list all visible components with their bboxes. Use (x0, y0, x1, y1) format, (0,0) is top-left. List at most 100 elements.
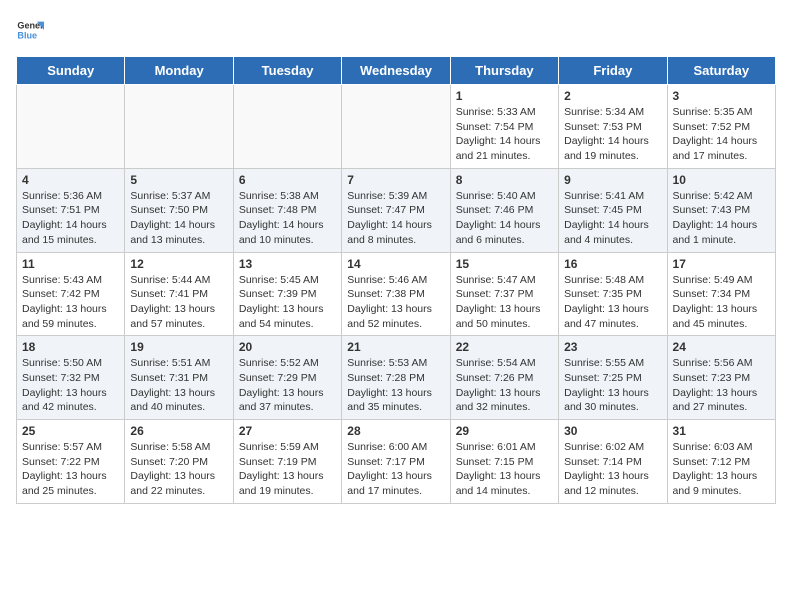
day-number: 23 (564, 340, 661, 354)
day-number: 3 (673, 89, 770, 103)
day-info: Sunrise: 6:01 AM Sunset: 7:15 PM Dayligh… (456, 440, 553, 499)
day-number: 5 (130, 173, 227, 187)
weekday-header-cell: Sunday (17, 57, 125, 85)
weekday-header-cell: Saturday (667, 57, 775, 85)
day-info: Sunrise: 6:02 AM Sunset: 7:14 PM Dayligh… (564, 440, 661, 499)
calendar-cell: 4Sunrise: 5:36 AM Sunset: 7:51 PM Daylig… (17, 168, 125, 252)
day-number: 31 (673, 424, 770, 438)
weekday-header-cell: Wednesday (342, 57, 450, 85)
day-number: 4 (22, 173, 119, 187)
calendar-week-row: 1 Sunrise: 5:33 AM Sunset: 7:54 PM Daylig… (17, 85, 776, 169)
day-number: 15 (456, 257, 553, 271)
day-number: 27 (239, 424, 336, 438)
day-number: 14 (347, 257, 444, 271)
calendar-cell: 3 Sunrise: 5:35 AM Sunset: 7:52 PM Daylig… (667, 85, 775, 169)
day-number: 12 (130, 257, 227, 271)
day-number: 25 (22, 424, 119, 438)
day-info: Sunrise: 5:34 AM Sunset: 7:53 PM Dayligh… (564, 105, 661, 164)
calendar-cell: 11Sunrise: 5:43 AM Sunset: 7:42 PM Dayli… (17, 252, 125, 336)
day-info: Sunrise: 5:51 AM Sunset: 7:31 PM Dayligh… (130, 356, 227, 415)
calendar-week-row: 4Sunrise: 5:36 AM Sunset: 7:51 PM Daylig… (17, 168, 776, 252)
calendar-cell: 21 Sunrise: 5:53 AM Sunset: 7:28 PM Dayli… (342, 336, 450, 420)
day-info: Sunrise: 5:58 AM Sunset: 7:20 PM Dayligh… (130, 440, 227, 499)
day-info: Sunrise: 5:44 AM Sunset: 7:41 PM Dayligh… (130, 273, 227, 332)
day-info: Sunrise: 5:43 AM Sunset: 7:42 PM Dayligh… (22, 273, 119, 332)
day-info: Sunrise: 5:50 AM Sunset: 7:32 PM Dayligh… (22, 356, 119, 415)
day-info: Sunrise: 5:56 AM Sunset: 7:23 PM Dayligh… (673, 356, 770, 415)
calendar-table: SundayMondayTuesdayWednesdayThursdayFrid… (16, 56, 776, 504)
day-number: 17 (673, 257, 770, 271)
day-number: 21 (347, 340, 444, 354)
calendar-week-row: 25 Sunrise: 5:57 AM Sunset: 7:22 PM Dayli… (17, 420, 776, 504)
page-header: General Blue (16, 16, 776, 44)
calendar-cell: 9 Sunrise: 5:41 AM Sunset: 7:45 PM Daylig… (559, 168, 667, 252)
calendar-cell: 15 Sunrise: 5:47 AM Sunset: 7:37 PM Dayli… (450, 252, 558, 336)
calendar-cell: 22 Sunrise: 5:54 AM Sunset: 7:26 PM Dayli… (450, 336, 558, 420)
day-info: Sunrise: 5:33 AM Sunset: 7:54 PM Dayligh… (456, 105, 553, 164)
calendar-cell: 20 Sunrise: 5:52 AM Sunset: 7:29 PM Dayli… (233, 336, 341, 420)
day-number: 9 (564, 173, 661, 187)
day-number: 2 (564, 89, 661, 103)
day-info: Sunrise: 5:49 AM Sunset: 7:34 PM Dayligh… (673, 273, 770, 332)
day-number: 1 (456, 89, 553, 103)
calendar-cell: 7Sunrise: 5:39 AM Sunset: 7:47 PM Daylig… (342, 168, 450, 252)
day-info: Sunrise: 5:41 AM Sunset: 7:45 PM Dayligh… (564, 189, 661, 248)
calendar-cell: 31 Sunrise: 6:03 AM Sunset: 7:12 PM Dayli… (667, 420, 775, 504)
day-info: Sunrise: 5:40 AM Sunset: 7:46 PM Dayligh… (456, 189, 553, 248)
calendar-cell: 17 Sunrise: 5:49 AM Sunset: 7:34 PM Dayli… (667, 252, 775, 336)
day-number: 24 (673, 340, 770, 354)
weekday-header-cell: Friday (559, 57, 667, 85)
calendar-cell: 10 Sunrise: 5:42 AM Sunset: 7:43 PM Dayli… (667, 168, 775, 252)
calendar-cell (342, 85, 450, 169)
calendar-cell: 28 Sunrise: 6:00 AM Sunset: 7:17 PM Dayli… (342, 420, 450, 504)
calendar-cell: 25 Sunrise: 5:57 AM Sunset: 7:22 PM Dayli… (17, 420, 125, 504)
logo: General Blue (16, 16, 44, 44)
weekday-header-cell: Tuesday (233, 57, 341, 85)
day-info: Sunrise: 6:03 AM Sunset: 7:12 PM Dayligh… (673, 440, 770, 499)
day-info: Sunrise: 5:42 AM Sunset: 7:43 PM Dayligh… (673, 189, 770, 248)
day-number: 19 (130, 340, 227, 354)
calendar-cell: 8Sunrise: 5:40 AM Sunset: 7:46 PM Daylig… (450, 168, 558, 252)
day-info: Sunrise: 5:54 AM Sunset: 7:26 PM Dayligh… (456, 356, 553, 415)
day-number: 29 (456, 424, 553, 438)
calendar-cell (125, 85, 233, 169)
day-number: 28 (347, 424, 444, 438)
calendar-week-row: 18 Sunrise: 5:50 AM Sunset: 7:32 PM Dayli… (17, 336, 776, 420)
calendar-cell: 30 Sunrise: 6:02 AM Sunset: 7:14 PM Dayli… (559, 420, 667, 504)
day-info: Sunrise: 5:53 AM Sunset: 7:28 PM Dayligh… (347, 356, 444, 415)
day-number: 18 (22, 340, 119, 354)
day-number: 30 (564, 424, 661, 438)
day-info: Sunrise: 5:59 AM Sunset: 7:19 PM Dayligh… (239, 440, 336, 499)
day-info: Sunrise: 5:45 AM Sunset: 7:39 PM Dayligh… (239, 273, 336, 332)
day-info: Sunrise: 5:38 AM Sunset: 7:48 PM Dayligh… (239, 189, 336, 248)
day-number: 26 (130, 424, 227, 438)
calendar-cell: 2 Sunrise: 5:34 AM Sunset: 7:53 PM Daylig… (559, 85, 667, 169)
day-number: 20 (239, 340, 336, 354)
day-info: Sunrise: 5:47 AM Sunset: 7:37 PM Dayligh… (456, 273, 553, 332)
day-info: Sunrise: 5:46 AM Sunset: 7:38 PM Dayligh… (347, 273, 444, 332)
day-number: 13 (239, 257, 336, 271)
day-info: Sunrise: 5:35 AM Sunset: 7:52 PM Dayligh… (673, 105, 770, 164)
calendar-body: 1 Sunrise: 5:33 AM Sunset: 7:54 PM Daylig… (17, 85, 776, 504)
day-info: Sunrise: 6:00 AM Sunset: 7:17 PM Dayligh… (347, 440, 444, 499)
day-number: 22 (456, 340, 553, 354)
calendar-cell: 5Sunrise: 5:37 AM Sunset: 7:50 PM Daylig… (125, 168, 233, 252)
calendar-cell: 16Sunrise: 5:48 AM Sunset: 7:35 PM Dayli… (559, 252, 667, 336)
day-info: Sunrise: 5:52 AM Sunset: 7:29 PM Dayligh… (239, 356, 336, 415)
day-info: Sunrise: 5:55 AM Sunset: 7:25 PM Dayligh… (564, 356, 661, 415)
calendar-cell (233, 85, 341, 169)
calendar-cell: 29 Sunrise: 6:01 AM Sunset: 7:15 PM Dayli… (450, 420, 558, 504)
day-info: Sunrise: 5:57 AM Sunset: 7:22 PM Dayligh… (22, 440, 119, 499)
day-number: 10 (673, 173, 770, 187)
logo-icon: General Blue (16, 16, 44, 44)
calendar-cell (17, 85, 125, 169)
calendar-cell: 18 Sunrise: 5:50 AM Sunset: 7:32 PM Dayli… (17, 336, 125, 420)
calendar-cell: 14 Sunrise: 5:46 AM Sunset: 7:38 PM Dayli… (342, 252, 450, 336)
day-number: 6 (239, 173, 336, 187)
calendar-cell: 23 Sunrise: 5:55 AM Sunset: 7:25 PM Dayli… (559, 336, 667, 420)
weekday-header-cell: Thursday (450, 57, 558, 85)
weekday-header-row: SundayMondayTuesdayWednesdayThursdayFrid… (17, 57, 776, 85)
calendar-cell: 12 Sunrise: 5:44 AM Sunset: 7:41 PM Dayli… (125, 252, 233, 336)
calendar-cell: 27 Sunrise: 5:59 AM Sunset: 7:19 PM Dayli… (233, 420, 341, 504)
svg-text:Blue: Blue (17, 30, 37, 40)
